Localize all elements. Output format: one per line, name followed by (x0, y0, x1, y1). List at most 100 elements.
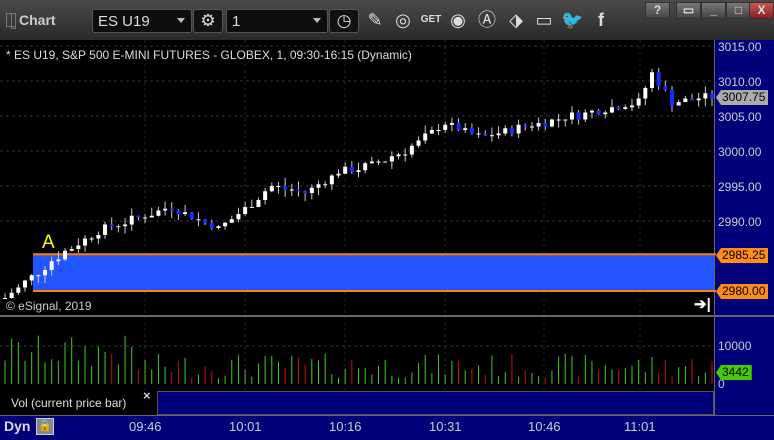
candle-body (69, 249, 74, 251)
candle-body (656, 72, 661, 87)
candle-body (329, 175, 334, 185)
candle-body (343, 166, 348, 174)
close-panel-icon[interactable]: × (143, 388, 151, 403)
copyright: © eSignal, 2019 (6, 299, 92, 313)
candle-body (269, 186, 274, 192)
candle-body (436, 130, 441, 131)
candle-body (283, 186, 288, 190)
time-label: 09:46 (129, 419, 162, 434)
candle-body (403, 154, 408, 156)
price-zone (33, 254, 714, 291)
candle-body (483, 133, 488, 136)
candle-body (429, 130, 434, 134)
time-label: 10:31 (429, 419, 462, 434)
candle-body (63, 250, 68, 260)
candle-body (456, 123, 461, 130)
candle-body (643, 88, 648, 99)
candle-body (136, 215, 141, 218)
candle-body (663, 86, 668, 90)
candle-body (609, 107, 614, 113)
price-label: 3000.00 (718, 145, 762, 159)
candle-body (369, 161, 374, 164)
candle-body (89, 238, 94, 240)
scroll-to-end-icon[interactable]: ➔| (694, 295, 711, 313)
price-label: 3015.00 (718, 40, 762, 54)
volume-panel-label: Vol (current price bar) (3, 391, 156, 415)
candle-body (690, 98, 695, 101)
candle-body (263, 191, 268, 200)
candle-body (143, 217, 148, 219)
candle-body (509, 128, 514, 134)
price-label: 3010.00 (718, 75, 762, 89)
candle-body (529, 126, 534, 128)
candle-body (703, 93, 708, 99)
candle-body (629, 105, 634, 108)
candle-body (183, 212, 188, 214)
candle-body (43, 270, 48, 276)
candle-body (236, 214, 241, 220)
candle-body (29, 275, 34, 281)
candle-body (203, 219, 208, 223)
candle-body (489, 135, 494, 137)
candle-body (389, 156, 394, 162)
candle-body (349, 166, 354, 172)
zone-high-tag: 2985.25 (716, 248, 769, 263)
candle-body (163, 208, 168, 211)
candle-body (416, 140, 421, 146)
candle-body (296, 189, 301, 192)
price-label: 3005.00 (718, 110, 762, 124)
time-axis[interactable] (0, 415, 774, 440)
candle-body (196, 219, 201, 221)
candle-body (376, 161, 381, 163)
candle-body (356, 170, 361, 172)
candle-body (623, 107, 628, 109)
current-price-tag: 3007.75 (716, 90, 769, 105)
candle-body (103, 224, 108, 235)
candle-body (116, 226, 121, 228)
candle-body (396, 154, 401, 157)
chart-info: * ES U19, S&P 500 E-MINI FUTURES - GLOBE… (6, 48, 412, 62)
chart-plot (0, 40, 774, 415)
candle-body (216, 226, 221, 228)
candle-body (9, 292, 14, 298)
dynamic-mode[interactable]: Dyn (4, 418, 30, 434)
price-label: 2990.00 (718, 215, 762, 229)
candle-body (549, 119, 554, 127)
candle-body (683, 98, 688, 102)
candle-body (463, 128, 468, 130)
candle-body (603, 112, 608, 115)
candle-body (383, 161, 388, 163)
candle-body (36, 275, 41, 277)
candle-body (303, 191, 308, 193)
candle-body (496, 133, 501, 136)
candle-body (670, 89, 674, 106)
candle-body (710, 93, 715, 99)
candle-body (96, 235, 101, 239)
candle-body (556, 119, 561, 121)
candle-body (176, 210, 181, 214)
candle-body (309, 187, 314, 193)
marker-label: A (42, 232, 55, 253)
candle-body (223, 222, 228, 227)
candle-body (476, 133, 481, 135)
candle-body (536, 123, 541, 127)
candle-body (569, 112, 574, 120)
candle-body (149, 215, 154, 218)
candle-body (156, 210, 161, 216)
candle-body (16, 287, 21, 293)
candle-body (316, 184, 321, 188)
lock-icon[interactable]: 🔒 (36, 418, 54, 435)
candle-body (249, 207, 254, 208)
price-label: 2995.00 (718, 180, 762, 194)
candle-body (336, 173, 341, 176)
candle-body (209, 222, 214, 228)
volume-panel-bar (157, 391, 714, 415)
candle-body (276, 186, 281, 187)
candle-body (543, 123, 548, 127)
zone-low-tag: 2980.00 (716, 284, 769, 299)
candle-body (169, 208, 174, 211)
candle-body (363, 163, 368, 171)
candle-body (189, 212, 194, 220)
candle-body (23, 280, 28, 288)
candle-body (56, 259, 61, 262)
